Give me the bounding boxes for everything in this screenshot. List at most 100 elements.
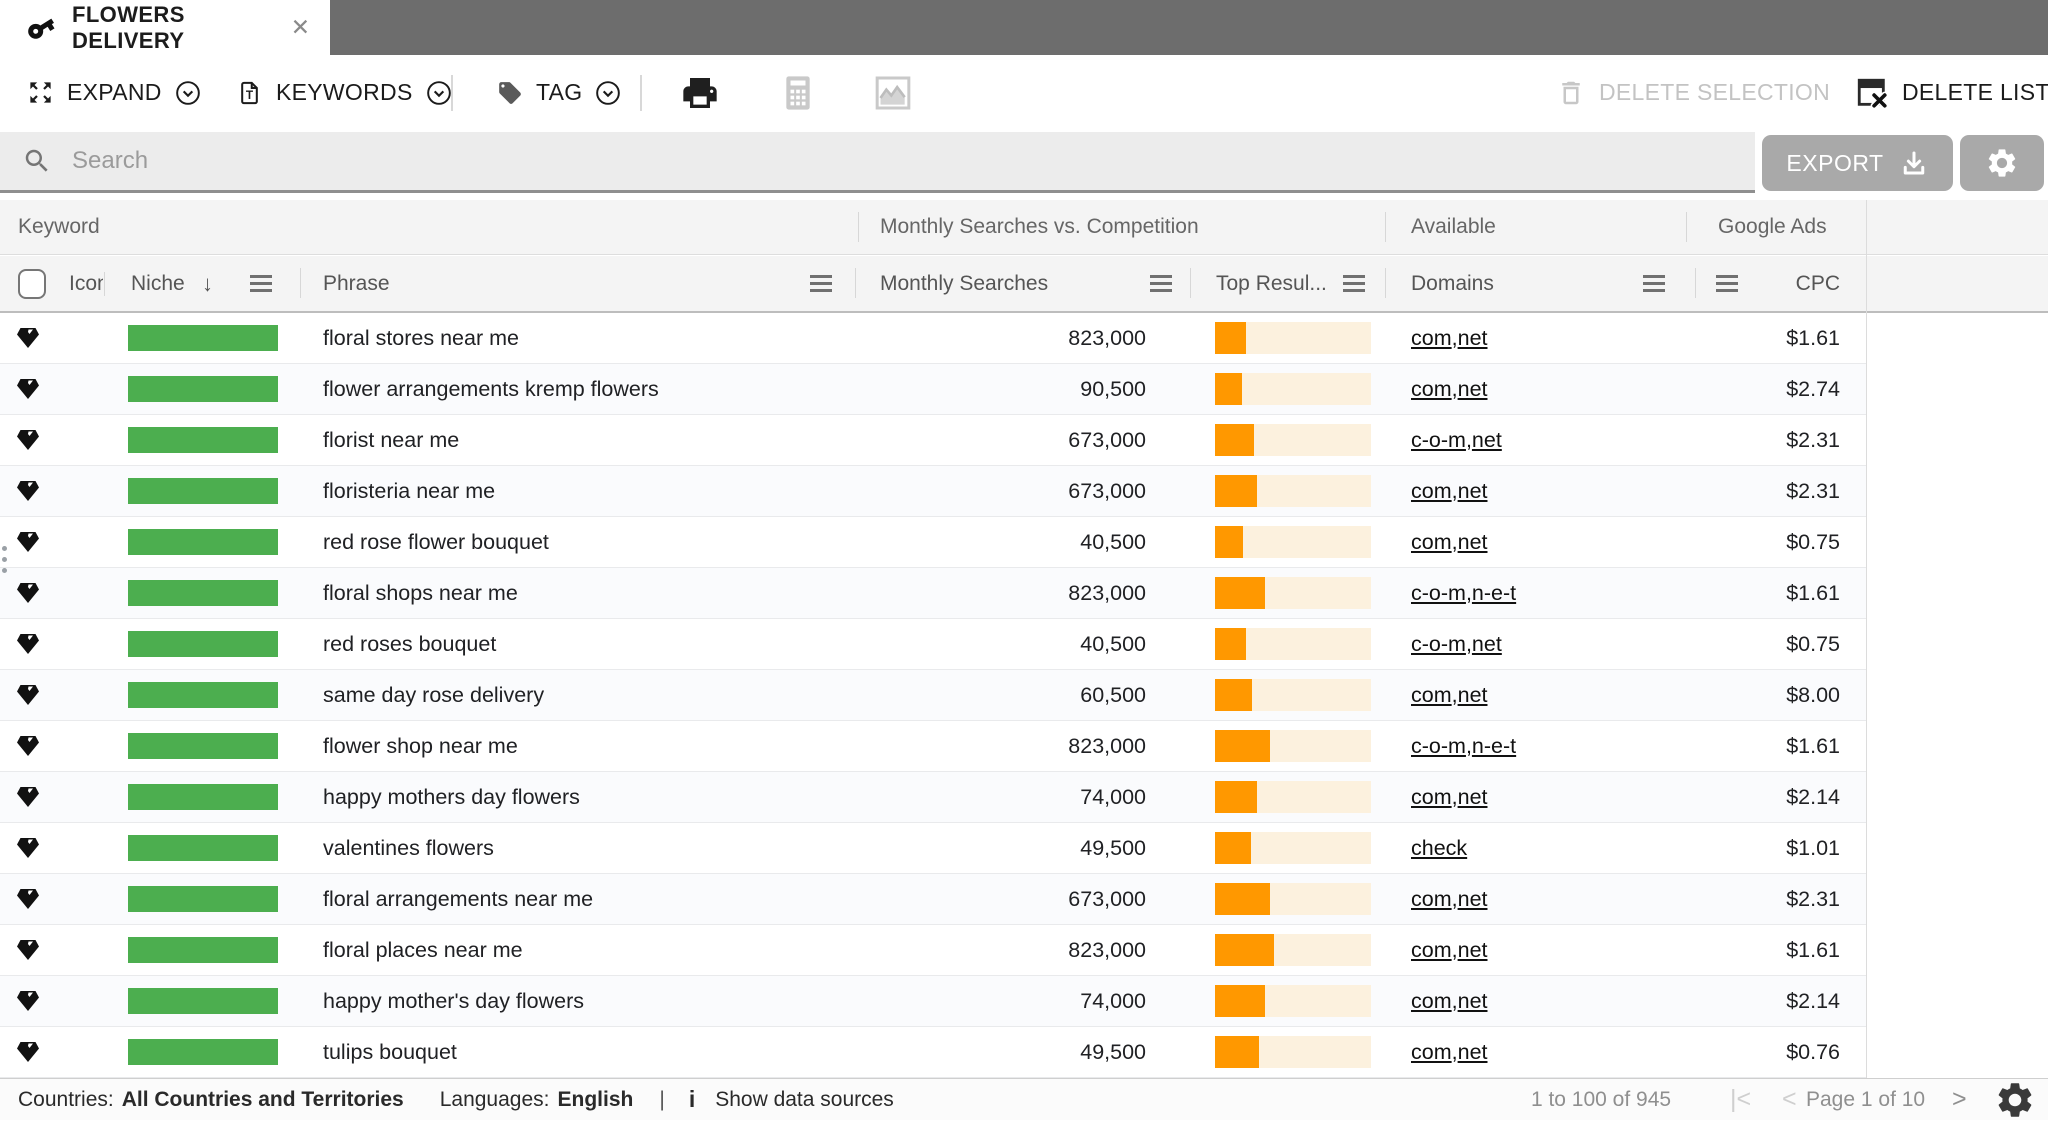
keyword-phrase: valentines flowers <box>323 823 494 873</box>
domain-link[interactable]: com <box>1411 377 1452 402</box>
keyword-phrase: happy mothers day flowers <box>323 772 580 822</box>
domain-link[interactable]: c-o-m <box>1411 581 1466 606</box>
domain-link[interactable]: com <box>1411 938 1452 963</box>
table-row[interactable]: tulips bouquet 49,500 com, net $0.76 <box>0 1027 1866 1078</box>
domain-link[interactable]: net <box>1458 479 1488 504</box>
cpc-menu-icon[interactable] <box>1716 256 1738 311</box>
keyword-phrase: floral shops near me <box>323 568 518 618</box>
column-header-icon[interactable]: Icon <box>69 256 103 311</box>
print-button[interactable] <box>680 55 720 130</box>
domain-link[interactable]: com <box>1411 1040 1452 1065</box>
domain-link[interactable]: net <box>1472 632 1502 657</box>
domain-link[interactable]: com <box>1411 989 1452 1014</box>
expand-button[interactable]: EXPAND <box>27 55 201 130</box>
tab-close-icon[interactable]: ✕ <box>291 14 310 41</box>
download-icon <box>1899 148 1929 178</box>
domain-link[interactable]: net <box>1458 785 1488 810</box>
delete-list-label: DELETE LIST <box>1902 79 2048 106</box>
tab-flowers-delivery[interactable]: FLOWERS DELIVERY ✕ <box>0 0 330 55</box>
table-row[interactable]: floral stores near me 823,000 com, net $… <box>0 313 1866 364</box>
table-row[interactable]: floral places near me 823,000 com, net $… <box>0 925 1866 976</box>
column-header-niche[interactable]: Niche <box>131 256 185 311</box>
domain-link[interactable]: net <box>1458 326 1488 351</box>
domain-link[interactable]: n-e-t <box>1472 581 1516 606</box>
domain-link[interactable]: com <box>1411 326 1452 351</box>
monthly-searches-menu-icon[interactable] <box>1150 256 1172 311</box>
domain-link[interactable]: com <box>1411 683 1452 708</box>
top-results-menu-icon[interactable] <box>1343 256 1365 311</box>
table-row[interactable]: floral arrangements near me 673,000 com,… <box>0 874 1866 925</box>
table-row[interactable]: flower shop near me 823,000 c-o-m, n-e-t… <box>0 721 1866 772</box>
domains-menu-icon[interactable] <box>1643 256 1665 311</box>
export-button[interactable]: EXPORT <box>1762 135 1953 191</box>
competition-bar <box>1215 526 1371 558</box>
competition-bar-fill <box>1215 730 1270 762</box>
table-row[interactable]: valentines flowers 49,500 check $1.01 <box>0 823 1866 874</box>
domain-link[interactable]: c-o-m <box>1411 734 1466 759</box>
domain-link[interactable]: com <box>1411 887 1452 912</box>
drag-handle[interactable] <box>2 546 10 582</box>
next-page-icon[interactable]: > <box>1952 1079 1967 1120</box>
cpc-value: $1.61 <box>1700 313 1840 363</box>
column-header-monthly-searches[interactable]: Monthly Searches <box>880 256 1048 311</box>
competition-bar-fill <box>1215 475 1257 507</box>
domain-link[interactable]: net <box>1458 989 1488 1014</box>
footer-settings-button[interactable] <box>1992 1079 2038 1120</box>
keyword-gem-icon <box>16 415 40 465</box>
select-all-checkbox[interactable] <box>18 256 46 311</box>
column-divider <box>1695 268 1696 298</box>
column-header-domains[interactable]: Domains <box>1411 256 1494 311</box>
table-row[interactable]: floral shops near me 823,000 c-o-m, n-e-… <box>0 568 1866 619</box>
domain-link[interactable]: net <box>1458 887 1488 912</box>
keyword-phrase: floral places near me <box>323 925 523 975</box>
keywords-button[interactable]: T KEYWORDS <box>236 55 452 130</box>
available-domains: com, net <box>1411 364 1488 414</box>
tag-button[interactable]: TAG <box>497 55 621 130</box>
domain-link[interactable]: net <box>1458 683 1488 708</box>
column-divider <box>1385 212 1386 242</box>
domain-link[interactable]: net <box>1458 938 1488 963</box>
domain-link[interactable]: check <box>1411 836 1467 861</box>
domain-link[interactable]: com <box>1411 530 1452 555</box>
domain-link[interactable]: net <box>1458 1040 1488 1065</box>
cpc-value: $0.75 <box>1700 517 1840 567</box>
available-domains: com, net <box>1411 313 1488 363</box>
search-input[interactable] <box>70 146 1755 176</box>
keywords-label: KEYWORDS <box>276 79 413 106</box>
table-row[interactable]: happy mother's day flowers 74,000 com, n… <box>0 976 1866 1027</box>
domain-link[interactable]: net <box>1458 530 1488 555</box>
column-header-top-results[interactable]: Top Resul... <box>1216 256 1327 311</box>
monthly-searches-value: 823,000 <box>880 568 1146 618</box>
table-row[interactable]: flower arrangements kremp flowers 90,500… <box>0 364 1866 415</box>
competition-bar <box>1215 424 1371 456</box>
sort-desc-icon[interactable]: ↓ <box>202 256 213 311</box>
domain-link[interactable]: net <box>1458 377 1488 402</box>
table-row[interactable]: same day rose delivery 60,500 com, net $… <box>0 670 1866 721</box>
keyword-gem-icon <box>16 874 40 924</box>
table-row[interactable]: red roses bouquet 40,500 c-o-m, net $0.7… <box>0 619 1866 670</box>
niche-menu-icon[interactable] <box>250 256 272 311</box>
column-divider <box>1385 268 1386 298</box>
domain-link[interactable]: n-e-t <box>1472 734 1516 759</box>
table-row[interactable]: florist near me 673,000 c-o-m, net $2.31 <box>0 415 1866 466</box>
domain-link[interactable]: net <box>1472 428 1502 453</box>
table-row[interactable]: red rose flower bouquet 40,500 com, net … <box>0 517 1866 568</box>
phrase-menu-icon[interactable] <box>810 256 832 311</box>
search-field[interactable] <box>0 132 1755 193</box>
keyword-phrase: red roses bouquet <box>323 619 496 669</box>
show-data-sources-link[interactable]: Show data sources <box>715 1088 894 1112</box>
table-row[interactable]: floristeria near me 673,000 com, net $2.… <box>0 466 1866 517</box>
domain-link[interactable]: c-o-m <box>1411 632 1466 657</box>
table-column-header: Icon Niche ↓ Phrase Monthly Searches Top… <box>0 256 2048 313</box>
monthly-searches-value: 49,500 <box>880 823 1146 873</box>
toolbar: EXPAND T KEYWORDS <box>0 55 2048 130</box>
domain-link[interactable]: com <box>1411 479 1452 504</box>
column-header-phrase[interactable]: Phrase <box>323 256 390 311</box>
delete-list-button[interactable]: DELETE LIST <box>1855 55 2048 130</box>
settings-button[interactable] <box>1960 135 2044 191</box>
cpc-value: $8.00 <box>1700 670 1840 720</box>
table-row[interactable]: happy mothers day flowers 74,000 com, ne… <box>0 772 1866 823</box>
column-header-cpc[interactable]: CPC <box>1760 256 1840 311</box>
domain-link[interactable]: c-o-m <box>1411 428 1466 453</box>
domain-link[interactable]: com <box>1411 785 1452 810</box>
